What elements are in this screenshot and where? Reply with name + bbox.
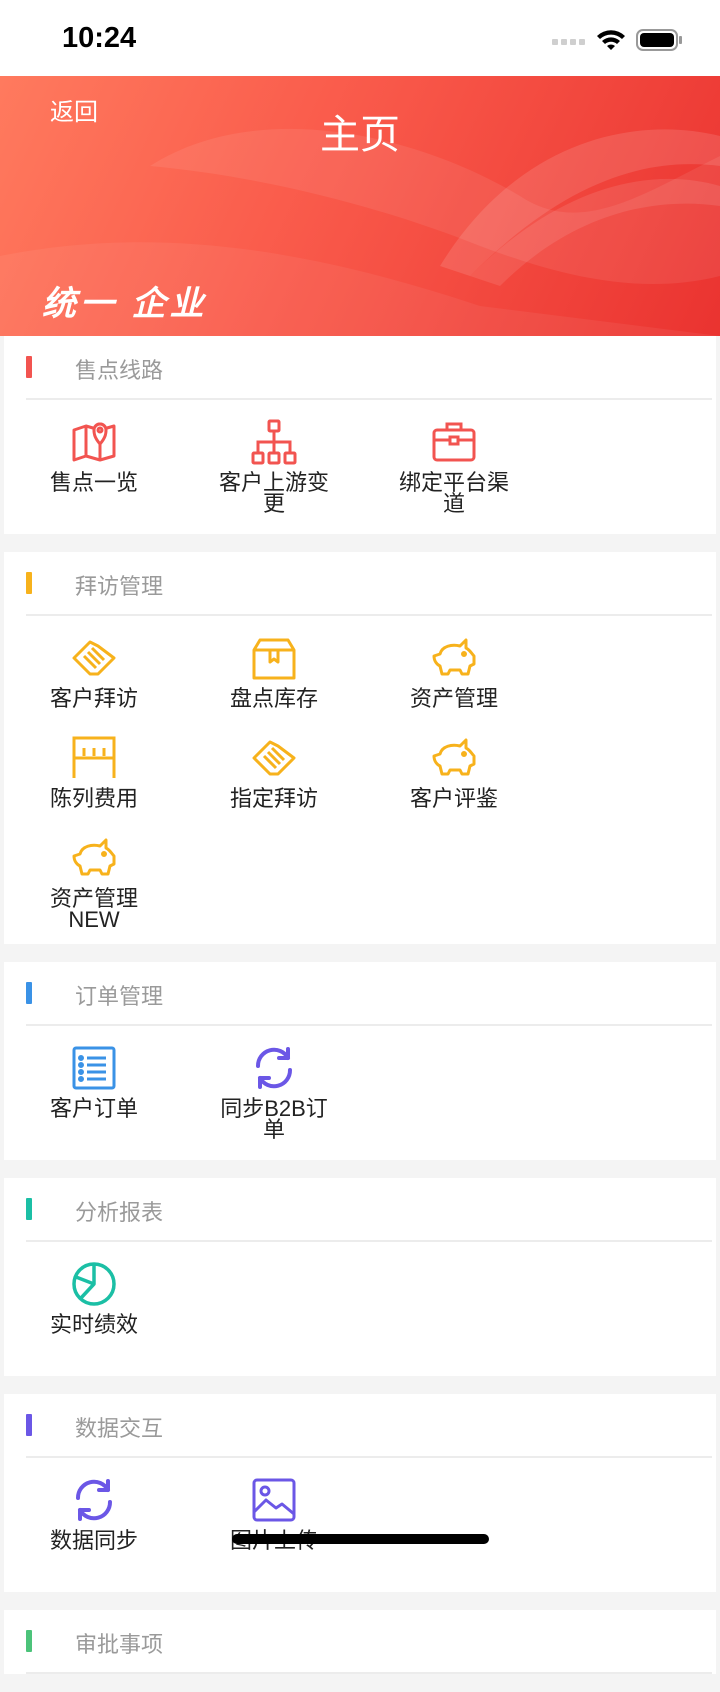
menu-item-realtime-performance[interactable]: 实时绩效 [4, 1256, 184, 1356]
section-header: 分析报表 [26, 1178, 712, 1242]
wifi-icon [597, 30, 625, 50]
sync-icon [75, 1479, 113, 1521]
section-accent-bar [26, 1414, 32, 1436]
menu-item-outlet-list[interactable]: 售点一览 [4, 414, 184, 514]
section-visit-management: 拜访管理 客户拜访 盘点库存 资产管理 陈列费用 指定拜访 客户评鉴 资产管理N… [4, 552, 716, 944]
section-approvals: 审批事项 [4, 1610, 716, 1674]
piggy-bank-icon [432, 738, 476, 776]
header-banner: 返回 主页 统一 企业 [0, 76, 720, 336]
menu-item-display-cost[interactable]: 陈列费用 [4, 730, 184, 830]
section-header: 订单管理 [26, 962, 712, 1026]
menu-item-label: 客户订单 [49, 1096, 138, 1121]
menu-item-upstream-change[interactable]: 客户上游变更 [184, 414, 364, 516]
section-sales-routes: 售点线路 售点一览 客户上游变更 绑定平台渠道 [4, 336, 716, 534]
menu-item-customer-orders[interactable]: 客户订单 [4, 1040, 184, 1140]
section-analytics-reports: 分析报表 实时绩效 [4, 1178, 716, 1376]
menu-item-customer-visit[interactable]: 客户拜访 [4, 630, 184, 730]
section-data-exchange: 数据交互 数据同步 图片上传 [4, 1394, 716, 1592]
menu-item-label: 售点一览 [49, 470, 138, 495]
sync-icon [255, 1047, 293, 1089]
section-header: 售点线路 [26, 336, 712, 400]
section-title: 订单管理 [75, 984, 164, 1009]
handshake-icon [252, 740, 296, 776]
section-header: 拜访管理 [26, 552, 712, 616]
section-accent-bar [26, 1630, 32, 1652]
menu-item-assigned-visit[interactable]: 指定拜访 [184, 730, 364, 830]
page-title: 主页 [320, 113, 400, 157]
handshake-icon [72, 640, 116, 676]
menu-item-label: 同步B2B订单 [220, 1096, 328, 1142]
section-accent-bar [26, 982, 32, 1004]
home-indicator[interactable] [232, 1534, 489, 1544]
map-pin-icon [72, 422, 116, 462]
menu-content: 售点线路 售点一览 客户上游变更 绑定平台渠道 拜访管理 客户拜访 盘点库存 资… [0, 336, 720, 1692]
section-title: 审批事项 [75, 1632, 164, 1657]
menu-item-label: 指定拜访 [229, 786, 318, 811]
status-time: 10:24 [62, 22, 137, 54]
menu-item-label: 实时绩效 [49, 1312, 138, 1337]
battery-icon [636, 29, 682, 51]
image-icon [252, 1478, 296, 1522]
section-accent-bar [26, 356, 32, 378]
menu-item-label: 资产管理 [409, 686, 498, 711]
org-tree-icon [251, 419, 297, 465]
menu-item-data-sync[interactable]: 数据同步 [4, 1472, 184, 1572]
status-bar: 10:24 [0, 0, 720, 76]
menu-item-customer-evaluation[interactable]: 客户评鉴 [364, 730, 544, 830]
section-title: 分析报表 [75, 1200, 164, 1225]
menu-item-label: 资产管理NEW [49, 886, 138, 932]
section-accent-bar [26, 1198, 32, 1220]
section-title: 售点线路 [75, 358, 164, 383]
menu-item-label: 客户拜访 [49, 686, 138, 711]
signal-icon [552, 39, 585, 45]
menu-item-label: 数据同步 [49, 1528, 138, 1553]
section-title: 拜访管理 [75, 574, 164, 599]
menu-item-label: 陈列费用 [49, 786, 138, 811]
menu-item-inventory-check[interactable]: 盘点库存 [184, 630, 364, 730]
section-accent-bar [26, 572, 32, 594]
menu-item-bind-platform[interactable]: 绑定平台渠道 [364, 414, 544, 516]
section-order-management: 订单管理 客户订单 同步B2B订单 [4, 962, 716, 1160]
briefcase-icon [432, 422, 476, 462]
menu-item-label: 客户评鉴 [409, 786, 498, 811]
menu-item-label: 客户上游变更 [218, 470, 329, 516]
piggy-bank-icon [432, 638, 476, 676]
section-header: 数据交互 [26, 1394, 712, 1458]
shelf-icon [72, 736, 116, 778]
menu-item-asset-management-new[interactable]: 资产管理NEW [4, 830, 184, 932]
status-icons [552, 26, 684, 54]
menu-item-image-upload[interactable]: 图片上传 [184, 1472, 364, 1572]
menu-item-asset-management[interactable]: 资产管理 [364, 630, 544, 730]
menu-item-sync-b2b-orders[interactable]: 同步B2B订单 [184, 1040, 364, 1142]
section-header: 审批事项 [26, 1610, 712, 1674]
menu-item-label: 盘点库存 [229, 686, 318, 711]
box-icon [252, 638, 296, 680]
pie-chart-icon [72, 1262, 116, 1306]
piggy-bank-icon [72, 838, 116, 876]
menu-item-label: 绑定平台渠道 [398, 470, 509, 516]
list-icon [72, 1046, 116, 1090]
brand-logo: 统一 企业 [42, 285, 208, 323]
section-title: 数据交互 [75, 1416, 164, 1441]
